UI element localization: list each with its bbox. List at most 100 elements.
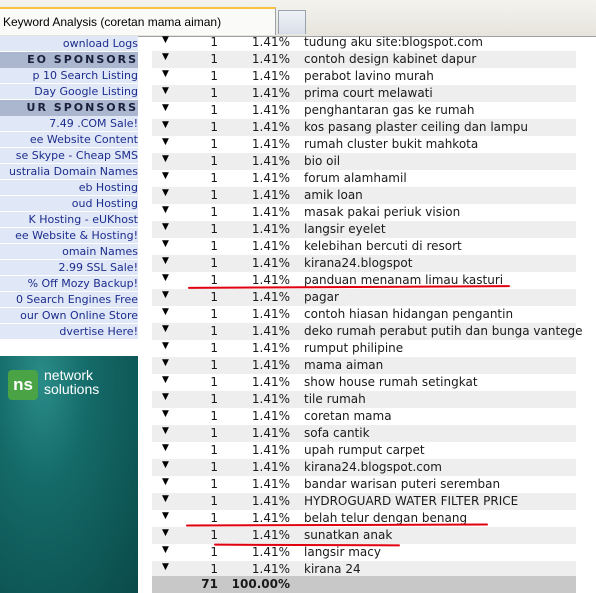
search-keyword: penghantaran gas ke rumah [304,103,475,117]
hit-percent: 1.41% [251,358,290,372]
expand-arrow-icon[interactable]: ▼ [162,528,172,538]
ad-brand-line2: solutions [44,381,100,397]
search-keyword: langsir macy [304,545,381,559]
expand-arrow-icon[interactable]: ▼ [162,511,172,521]
hit-count: 1 [210,307,218,321]
sidebar-link[interactable]: ee Website & Hosting! [0,228,138,244]
sidebar-link-label: Day Google Listing [34,85,138,98]
sidebar-link[interactable]: ustralia Domain Names [0,164,138,180]
expand-arrow-icon[interactable]: ▼ [162,120,172,130]
total-count: 71 [201,577,218,591]
expand-arrow-icon[interactable]: ▼ [162,154,172,164]
sidebar-link[interactable]: our Own Online Store [0,308,138,324]
expand-arrow-icon[interactable]: ▼ [162,256,172,266]
tab-title: Keyword Analysis (coretan mama aiman) [3,15,222,29]
expand-arrow-icon[interactable]: ▼ [162,171,172,181]
expand-arrow-icon[interactable]: ▼ [162,426,172,436]
search-keyword: forum alamhamil [304,171,407,185]
expand-arrow-icon[interactable]: ▼ [162,375,172,385]
sidebar-link[interactable]: 0 Search Engines Free [0,292,138,308]
hit-count: 1 [210,426,218,440]
table-row: ▼ 1 1.41% langsir macy [152,544,576,561]
table-row: ▼ 1 1.41% rumah cluster bukit mahkota [152,136,576,153]
hit-percent: 1.41% [251,528,290,542]
search-keyword: show house rumah setingkat [304,375,478,389]
expand-arrow-icon[interactable]: ▼ [162,103,172,113]
table-row: ▼ 1 1.41% sunatkan anak [152,527,576,544]
hit-count: 1 [210,443,218,457]
sidebar-link-label: dvertise Here! [59,325,138,338]
table-row: ▼ 1 1.41% contoh design kabinet dapur [152,51,576,68]
expand-arrow-icon[interactable]: ▼ [162,443,172,453]
expand-arrow-icon[interactable]: ▼ [162,307,172,317]
sidebar-link[interactable]: % Off Mozy Backup! [0,276,138,292]
ad-brand-line1: network [44,367,94,383]
sidebar-link[interactable]: p 10 Search Listing [0,68,138,84]
sidebar-link[interactable]: K Hosting - eUKhost [0,212,138,228]
hit-count: 1 [210,222,218,236]
sidebar-heading-label: EO SPONSORS [27,53,138,66]
hit-percent: 1.41% [251,256,290,270]
hit-percent: 1.41% [251,35,290,49]
search-keyword: perabot lavino murah [304,69,434,83]
total-percent: 100.00% [231,577,290,591]
hit-count: 1 [210,392,218,406]
expand-arrow-icon[interactable]: ▼ [162,222,172,232]
sidebar-link[interactable]: eb Hosting [0,180,138,196]
table-row: ▼ 1 1.41% forum alamhamil [152,170,576,187]
hit-percent: 1.41% [251,375,290,389]
table-row: ▼ 1 1.41% deko rumah perabut putih dan bung… [152,323,583,340]
sidebar-link-label: se Skype - Cheap SMS [15,149,138,162]
new-tab-button[interactable] [278,10,306,34]
sidebar-link[interactable]: ee Website Content [0,132,138,148]
sidebar-link[interactable]: 2.99 SSL Sale! [0,260,138,276]
sidebar-link-label: omain Names [62,245,138,258]
browser-tab-strip: Keyword Analysis (coretan mama aiman) [0,0,596,37]
sidebar-link-label: p 10 Search Listing [32,69,139,82]
tab-keyword-analysis[interactable]: Keyword Analysis (coretan mama aiman) [0,7,276,35]
expand-arrow-icon[interactable]: ▼ [162,562,172,572]
expand-arrow-icon[interactable]: ▼ [162,205,172,215]
expand-arrow-icon[interactable]: ▼ [162,290,172,300]
hit-percent: 1.41% [251,392,290,406]
expand-arrow-icon[interactable]: ▼ [162,52,172,62]
hit-percent: 1.41% [251,154,290,168]
hit-count: 1 [210,375,218,389]
sidebar-link[interactable]: se Skype - Cheap SMS [0,148,138,164]
expand-arrow-icon[interactable]: ▼ [162,545,172,555]
expand-arrow-icon[interactable]: ▼ [162,494,172,504]
search-keyword: kirana24.blogspot.com [304,460,442,474]
expand-arrow-icon[interactable]: ▼ [162,86,172,96]
table-row: ▼ 1 1.41% show house rumah setingkat [152,374,576,391]
expand-arrow-icon[interactable]: ▼ [162,392,172,402]
expand-arrow-icon[interactable]: ▼ [162,409,172,419]
hit-count: 1 [210,86,218,100]
hit-count: 1 [210,511,218,525]
expand-arrow-icon[interactable]: ▼ [162,341,172,351]
expand-arrow-icon[interactable]: ▼ [162,477,172,487]
sidebar-link-label: ownload Logs [62,37,138,50]
search-keyword: bio oil [304,154,341,168]
expand-arrow-icon[interactable]: ▼ [162,69,172,79]
sidebar-link[interactable]: ownload Logs [0,36,138,52]
search-keyword: rumput philipine [304,341,404,355]
expand-arrow-icon[interactable]: ▼ [162,460,172,470]
hit-count: 1 [210,545,218,559]
sidebar-link-label: ustralia Domain Names [9,165,138,178]
expand-arrow-icon[interactable]: ▼ [162,273,172,283]
table-row: ▼ 1 1.41% sofa cantik [152,425,576,442]
sidebar-link[interactable]: oud Hosting [0,196,138,212]
expand-arrow-icon[interactable]: ▼ [162,324,172,334]
network-solutions-ad[interactable]: ns network solutions [0,356,138,593]
expand-arrow-icon[interactable]: ▼ [162,239,172,249]
expand-arrow-icon[interactable]: ▼ [162,358,172,368]
sidebar-link[interactable]: Day Google Listing [0,84,138,100]
sidebar-link[interactable]: 7.49 .COM Sale! [0,116,138,132]
expand-arrow-icon[interactable]: ▼ [162,137,172,147]
sidebar-link[interactable]: omain Names [0,244,138,260]
search-keyword: kelebihan bercuti di resort [304,239,462,253]
expand-arrow-icon[interactable]: ▼ [162,188,172,198]
expand-arrow-icon[interactable]: ▼ [162,35,172,45]
hit-percent: 1.41% [251,562,290,576]
sidebar-link[interactable]: dvertise Here! [0,324,138,340]
